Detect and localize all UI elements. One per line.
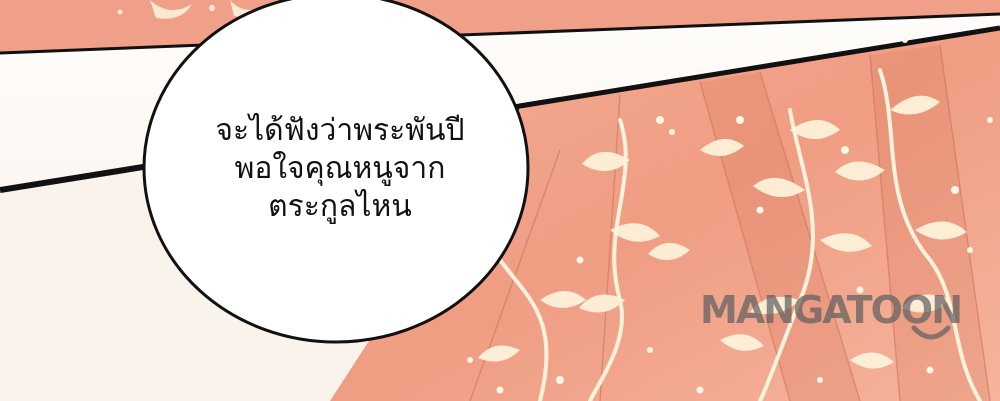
mangatoon-watermark: MANGATOON: [700, 288, 963, 332]
speech-text: จะได้ฟังว่าพระพันปี พอใจคุณหนูจาก ตระกูล…: [215, 113, 465, 224]
